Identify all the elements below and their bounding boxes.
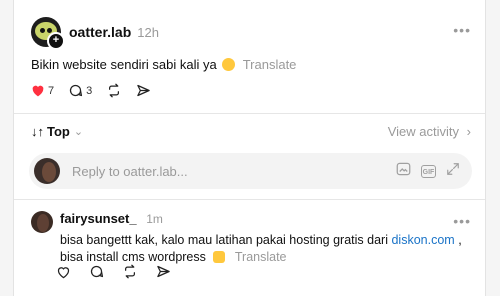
share-button[interactable] xyxy=(156,264,171,279)
comment-button[interactable] xyxy=(89,264,104,279)
post-text: Bikin website sendiri sabi kali ya Trans… xyxy=(31,57,297,72)
translate-link[interactable]: Translate xyxy=(243,57,297,72)
comment-text: bisa bangettt kak, kalo mau latihan paka… xyxy=(60,233,462,264)
reply-input[interactable]: Reply to oatter.lab... GIF xyxy=(29,153,472,189)
expand-icon[interactable] xyxy=(446,162,460,181)
post-username[interactable]: oatter.lab xyxy=(69,24,131,40)
repost-icon xyxy=(109,83,120,98)
comment-icon xyxy=(70,84,83,97)
follow-plus-icon[interactable]: + xyxy=(47,32,65,50)
comment-actions xyxy=(56,264,189,279)
chevron-down-icon: ⌄ xyxy=(73,126,84,138)
more-options-icon[interactable]: ••• xyxy=(453,22,471,38)
send-icon xyxy=(157,265,170,278)
avatar xyxy=(34,158,60,184)
comment-icon xyxy=(90,265,104,278)
divider xyxy=(14,113,485,114)
send-icon xyxy=(137,84,150,97)
comment-button[interactable]: 3 xyxy=(68,83,92,98)
thread-card: + oatter.lab 12h ••• Bikin website sendi… xyxy=(13,0,486,296)
like-button[interactable]: 7 xyxy=(31,84,54,97)
share-button[interactable] xyxy=(136,83,151,98)
relieved-face-emoji xyxy=(221,58,235,71)
post-header: + oatter.lab 12h xyxy=(31,17,159,50)
comment-count: 3 xyxy=(86,84,93,97)
more-options-icon[interactable]: ••• xyxy=(453,213,471,229)
sort-dropdown[interactable]: ↓↑ Top ⌄ xyxy=(31,124,83,139)
post-actions: 7 3 xyxy=(31,83,165,98)
like-button[interactable] xyxy=(56,265,71,279)
avatar[interactable] xyxy=(31,211,53,233)
heart-icon xyxy=(32,85,44,97)
diskon-link[interactable]: diskon.com xyxy=(391,233,454,247)
like-count: 7 xyxy=(48,84,55,97)
reply-placeholder: Reply to oatter.lab... xyxy=(72,163,188,179)
comment-time: 1m xyxy=(146,212,163,226)
view-activity-link[interactable]: View activity › xyxy=(388,124,471,139)
image-icon[interactable] xyxy=(396,162,411,181)
comment-username[interactable]: fairysunset_ xyxy=(60,211,137,226)
sort-icon: ↓↑ xyxy=(31,124,44,139)
chevron-right-icon: › xyxy=(466,124,471,139)
translate-link[interactable]: Translate xyxy=(235,250,287,264)
repost-button[interactable] xyxy=(106,83,122,98)
raising-hands-emoji xyxy=(213,251,226,263)
repost-button[interactable] xyxy=(122,264,138,279)
divider xyxy=(14,199,485,200)
gif-icon[interactable]: GIF xyxy=(421,164,436,178)
post-time: 12h xyxy=(137,24,159,40)
avatar[interactable]: + xyxy=(31,17,65,50)
heart-icon xyxy=(57,266,70,278)
repost-icon xyxy=(125,264,135,279)
